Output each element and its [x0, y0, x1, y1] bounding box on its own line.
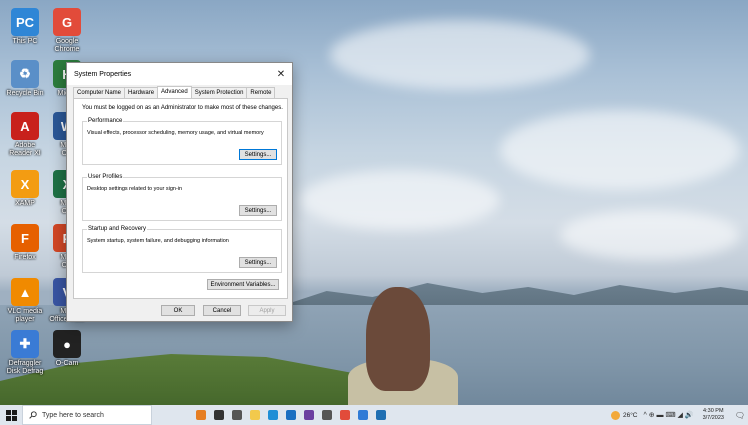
apply-button[interactable]: Apply — [248, 305, 286, 316]
desktop-shortcut-label: Adobe Reader XI — [9, 142, 41, 157]
desktop-shortcut[interactable]: G Google Chrome — [44, 8, 90, 54]
tab-system-protection[interactable]: System Protection — [190, 87, 248, 98]
tab-strip: Computer Name Hardware Advanced System P… — [73, 86, 276, 98]
taskbar-search[interactable]: Type here to search — [22, 405, 152, 425]
task-view-icon[interactable] — [228, 405, 246, 425]
desktop-shortcut-label: Defraggler Disk Defrag — [6, 360, 44, 375]
store-icon[interactable] — [354, 405, 372, 425]
taskbar-app-glyph — [232, 410, 242, 420]
desktop-shortcut[interactable]: X XAMP — [2, 170, 48, 208]
cancel-button[interactable]: Cancel — [203, 305, 241, 316]
desktop-shortcut-label: XAMP — [15, 200, 35, 207]
settings-icon[interactable] — [318, 405, 336, 425]
chrome-icon: G — [53, 8, 81, 36]
tray-icons[interactable]: ^ ⊕ ▬ ⌨ ◢ 🔊 — [644, 411, 694, 419]
desktop-shortcut-label: This PC — [12, 38, 38, 45]
ok-button[interactable]: OK — [161, 305, 195, 316]
desktop-shortcut[interactable]: ✚ Defraggler Disk Defrag — [2, 330, 48, 376]
computer-icon: PC — [11, 8, 39, 36]
tab-remote[interactable]: Remote — [246, 87, 276, 98]
defrag-icon: ✚ — [11, 330, 39, 358]
taskbar-app-glyph — [376, 410, 386, 420]
vlc-icon: ▲ — [11, 278, 39, 306]
system-properties-dialog: System Properties ✕ Computer Name Hardwa… — [66, 62, 293, 322]
startup-recovery-group: Startup and Recovery System startup, sys… — [82, 226, 282, 273]
taskbar-app-glyph — [358, 410, 368, 420]
taskbar-app-glyph — [196, 410, 206, 420]
user-profiles-title: User Profiles — [87, 174, 124, 180]
file-explorer-icon[interactable] — [246, 405, 264, 425]
advanced-tab-panel: You must be logged on as an Administrato… — [73, 98, 288, 299]
system-tray: 26°C ^ ⊕ ▬ ⌨ ◢ 🔊 4:30 PM 3/7/2023 🗨 — [610, 405, 748, 425]
cloud — [560, 210, 740, 260]
desktop-shortcut[interactable]: PC This PC — [2, 8, 48, 46]
taskbar-app-glyph — [322, 410, 332, 420]
dialog-title: System Properties — [74, 70, 132, 78]
meet-now-icon[interactable] — [192, 405, 210, 425]
cloud — [330, 20, 590, 90]
start-button[interactable] — [0, 405, 22, 425]
clock[interactable]: 4:30 PM 3/7/2023 — [703, 408, 724, 422]
taskbar-app-glyph — [286, 410, 296, 420]
taskbar: Type here to search 26°C ^ ⊕ ▬ ⌨ ◢ 🔊 4:3… — [0, 405, 748, 425]
user-profiles-group: User Profiles Desktop settings related t… — [82, 174, 282, 221]
taskbar-app-glyph — [214, 410, 224, 420]
taskbar-app-glyph — [304, 410, 314, 420]
search-placeholder: Type here to search — [42, 411, 104, 419]
performance-group: Performance Visual effects, processor sc… — [82, 118, 282, 165]
recycle-bin-icon: ♻ — [11, 60, 39, 88]
startup-recovery-description: System startup, system failure, and debu… — [87, 238, 229, 244]
notifications-icon[interactable]: 🗨 — [732, 411, 748, 420]
performance-settings-button[interactable]: Settings... — [239, 149, 277, 160]
startup-recovery-title: Startup and Recovery — [87, 226, 148, 232]
tab-computer-name[interactable]: Computer Name — [73, 87, 126, 98]
desktop-shortcut-label: Recycle Bin — [6, 90, 44, 97]
desktop-shortcut[interactable]: ♻ Recycle Bin — [2, 60, 48, 98]
cortana-icon[interactable] — [210, 405, 228, 425]
admin-notice: You must be logged on as an Administrato… — [82, 105, 283, 111]
taskbar-app-glyph — [340, 410, 350, 420]
taskbar-app-list — [192, 405, 390, 425]
weather-icon[interactable] — [610, 410, 620, 420]
adobe-reader-icon: A — [11, 112, 39, 140]
tab-advanced[interactable]: Advanced — [157, 86, 192, 98]
search-icon — [29, 411, 37, 419]
desktop-shortcut-label: Firefox — [14, 254, 36, 261]
mail-icon[interactable] — [282, 405, 300, 425]
desktop-shortcut-label: Google Chrome — [54, 38, 80, 53]
desktop-shortcut-label: VLC media player — [7, 308, 43, 323]
user-profiles-settings-button[interactable]: Settings... — [239, 205, 277, 216]
desktop-shortcut[interactable]: A Adobe Reader XI — [2, 112, 48, 158]
ocam-icon: ● — [53, 330, 81, 358]
chrome-icon[interactable] — [336, 405, 354, 425]
tab-hardware[interactable]: Hardware — [124, 87, 159, 98]
person-hijab — [366, 287, 430, 391]
taskbar-app-glyph — [250, 410, 260, 420]
windows-icon — [5, 409, 17, 421]
clock-time: 4:30 PM — [703, 408, 724, 414]
firefox-icon: F — [11, 224, 39, 252]
performance-title: Performance — [87, 118, 124, 124]
taskbar-app-glyph — [268, 410, 278, 420]
desktop-shortcut-label: O-Cam — [55, 360, 79, 367]
desktop-shortcut[interactable]: F Firefox — [2, 224, 48, 262]
user-profiles-description: Desktop settings related to your sign-in — [87, 186, 183, 192]
person-silhouette — [348, 287, 458, 405]
desktop-shortcut[interactable]: ▲ VLC media player — [2, 278, 48, 324]
xampp-icon: X — [11, 170, 39, 198]
performance-description: Visual effects, processor scheduling, me… — [87, 130, 264, 136]
cloud — [500, 110, 740, 190]
cloud — [300, 170, 500, 230]
dialog-titlebar[interactable]: System Properties ✕ — [67, 63, 292, 85]
environment-variables-button[interactable]: Environment Variables... — [207, 279, 279, 290]
clock-date: 3/7/2023 — [702, 415, 724, 421]
close-icon[interactable]: ✕ — [270, 63, 292, 85]
weather-temperature[interactable]: 26°C — [623, 412, 638, 419]
photos-icon[interactable] — [372, 405, 390, 425]
edge-icon[interactable] — [264, 405, 282, 425]
desktop-shortcut[interactable]: ● O-Cam — [44, 330, 90, 368]
visual-studio-icon[interactable] — [300, 405, 318, 425]
startup-recovery-settings-button[interactable]: Settings... — [239, 257, 277, 268]
